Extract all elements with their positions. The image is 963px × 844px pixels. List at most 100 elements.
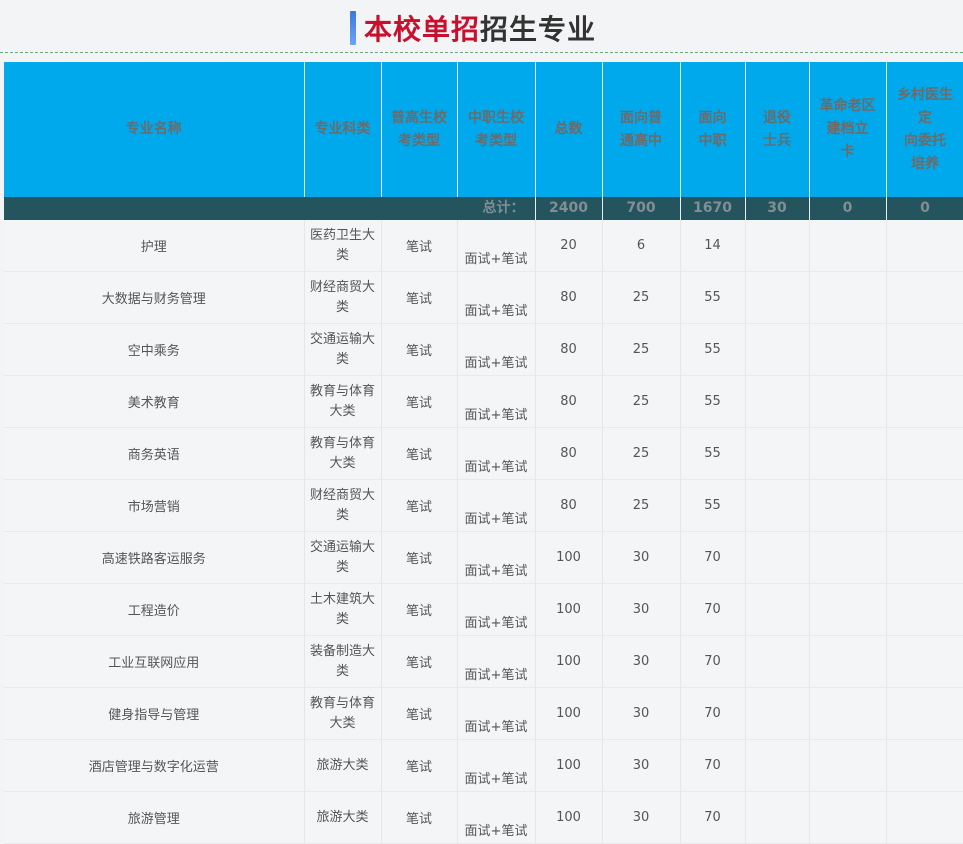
general-count-cell: 25	[602, 324, 680, 376]
column-header-line: 普高生校	[382, 107, 457, 130]
category-cell: 旅游大类	[304, 740, 381, 792]
vocational-count-cell: 70	[680, 532, 745, 584]
column-header-line: 面向	[681, 107, 745, 130]
general-exam-cell: 笔试	[381, 636, 457, 688]
title-accent-bar	[350, 11, 356, 45]
category-cell: 土木建筑大类	[304, 584, 381, 636]
general-count-cell: 30	[602, 636, 680, 688]
category-cell: 教育与体育大类	[304, 688, 381, 740]
table-row: 健身指导与管理教育与体育大类笔试面试+笔试1003070	[4, 688, 963, 740]
totals-veterans: 30	[745, 197, 809, 220]
veterans-cell	[745, 428, 809, 480]
category-line: 教育与体育	[305, 382, 381, 402]
vocational-exam-cell: 面试+笔试	[457, 324, 535, 376]
totals-old-area: 0	[809, 197, 886, 220]
general-count-cell: 30	[602, 740, 680, 792]
total-cell: 100	[535, 532, 602, 584]
veterans-cell	[745, 584, 809, 636]
column-header-line: 定	[887, 107, 963, 130]
total-cell: 20	[535, 220, 602, 272]
general-exam-cell: 笔试	[381, 428, 457, 480]
vocational-exam-cell: 面试+笔试	[457, 584, 535, 636]
column-header: 专业科类	[304, 62, 381, 197]
column-header: 总数	[535, 62, 602, 197]
column-header-line: 专业名称	[4, 118, 304, 141]
vocational-exam-cell: 面试+笔试	[457, 272, 535, 324]
column-header-line: 总数	[536, 118, 602, 141]
veterans-cell	[745, 220, 809, 272]
general-exam-cell: 笔试	[381, 792, 457, 844]
major-name-cell: 健身指导与管理	[4, 688, 304, 740]
category-cell: 医药卫生大类	[304, 220, 381, 272]
general-count-cell: 6	[602, 220, 680, 272]
old-area-cell	[809, 220, 886, 272]
veterans-cell	[745, 532, 809, 584]
vocational-count-cell: 55	[680, 428, 745, 480]
category-line: 类	[305, 298, 381, 318]
old-area-cell	[809, 740, 886, 792]
old-area-cell	[809, 792, 886, 844]
total-cell: 100	[535, 792, 602, 844]
category-cell: 教育与体育大类	[304, 428, 381, 480]
old-area-cell	[809, 428, 886, 480]
category-line: 财经商贸大	[305, 278, 381, 298]
table-row: 工业互联网应用装备制造大类笔试面试+笔试1003070	[4, 636, 963, 688]
village-doctor-cell	[886, 220, 963, 272]
category-line: 交通运输大	[305, 330, 381, 350]
category-line: 旅游大类	[305, 756, 381, 776]
village-doctor-cell	[886, 636, 963, 688]
vocational-count-cell: 14	[680, 220, 745, 272]
veterans-cell	[745, 324, 809, 376]
general-count-cell: 30	[602, 532, 680, 584]
table-row: 商务英语教育与体育大类笔试面试+笔试802555	[4, 428, 963, 480]
category-cell: 教育与体育大类	[304, 376, 381, 428]
page-title-red: 本校单招	[364, 8, 480, 48]
total-cell: 100	[535, 740, 602, 792]
general-exam-cell: 笔试	[381, 220, 457, 272]
table-row: 护理医药卫生大类笔试面试+笔试20614	[4, 220, 963, 272]
totals-vocational: 1670	[680, 197, 745, 220]
old-area-cell	[809, 688, 886, 740]
major-name-cell: 市场营销	[4, 480, 304, 532]
category-cell: 交通运输大类	[304, 324, 381, 376]
veterans-cell	[745, 792, 809, 844]
page-title-dark: 招生专业	[480, 8, 596, 48]
vocational-count-cell: 55	[680, 480, 745, 532]
table-row: 大数据与财务管理财经商贸大类笔试面试+笔试802555	[4, 272, 963, 324]
column-header-line: 退役	[746, 107, 809, 130]
village-doctor-cell	[886, 480, 963, 532]
vocational-count-cell: 70	[680, 636, 745, 688]
column-header-line: 革命老区	[810, 95, 886, 118]
total-cell: 100	[535, 636, 602, 688]
vocational-count-cell: 70	[680, 792, 745, 844]
major-name-cell: 高速铁路客运服务	[4, 532, 304, 584]
old-area-cell	[809, 584, 886, 636]
total-cell: 80	[535, 480, 602, 532]
vocational-count-cell: 70	[680, 584, 745, 636]
general-exam-cell: 笔试	[381, 272, 457, 324]
vocational-count-cell: 55	[680, 376, 745, 428]
table-header-row: 专业名称专业科类普高生校考类型中职生校考类型总数面向普通高中面向中职退役士兵革命…	[4, 62, 963, 197]
veterans-cell	[745, 376, 809, 428]
vocational-exam-cell: 面试+笔试	[457, 480, 535, 532]
old-area-cell	[809, 480, 886, 532]
village-doctor-cell	[886, 740, 963, 792]
general-count-cell: 25	[602, 376, 680, 428]
general-count-cell: 25	[602, 480, 680, 532]
table-row: 市场营销财经商贸大类笔试面试+笔试802555	[4, 480, 963, 532]
village-doctor-cell	[886, 324, 963, 376]
general-exam-cell: 笔试	[381, 480, 457, 532]
category-cell: 装备制造大类	[304, 636, 381, 688]
column-header-line: 建档立	[810, 118, 886, 141]
page-title: 本校单招招生专业	[350, 8, 596, 48]
category-cell: 旅游大类	[304, 792, 381, 844]
category-cell: 交通运输大类	[304, 532, 381, 584]
column-header-line: 乡村医生	[887, 84, 963, 107]
column-header-line: 向委托	[887, 130, 963, 153]
old-area-cell	[809, 636, 886, 688]
general-count-cell: 25	[602, 428, 680, 480]
column-header-line: 考类型	[382, 130, 457, 153]
category-line: 教育与体育	[305, 434, 381, 454]
veterans-cell	[745, 272, 809, 324]
table-row: 旅游管理旅游大类笔试面试+笔试1003070	[4, 792, 963, 844]
